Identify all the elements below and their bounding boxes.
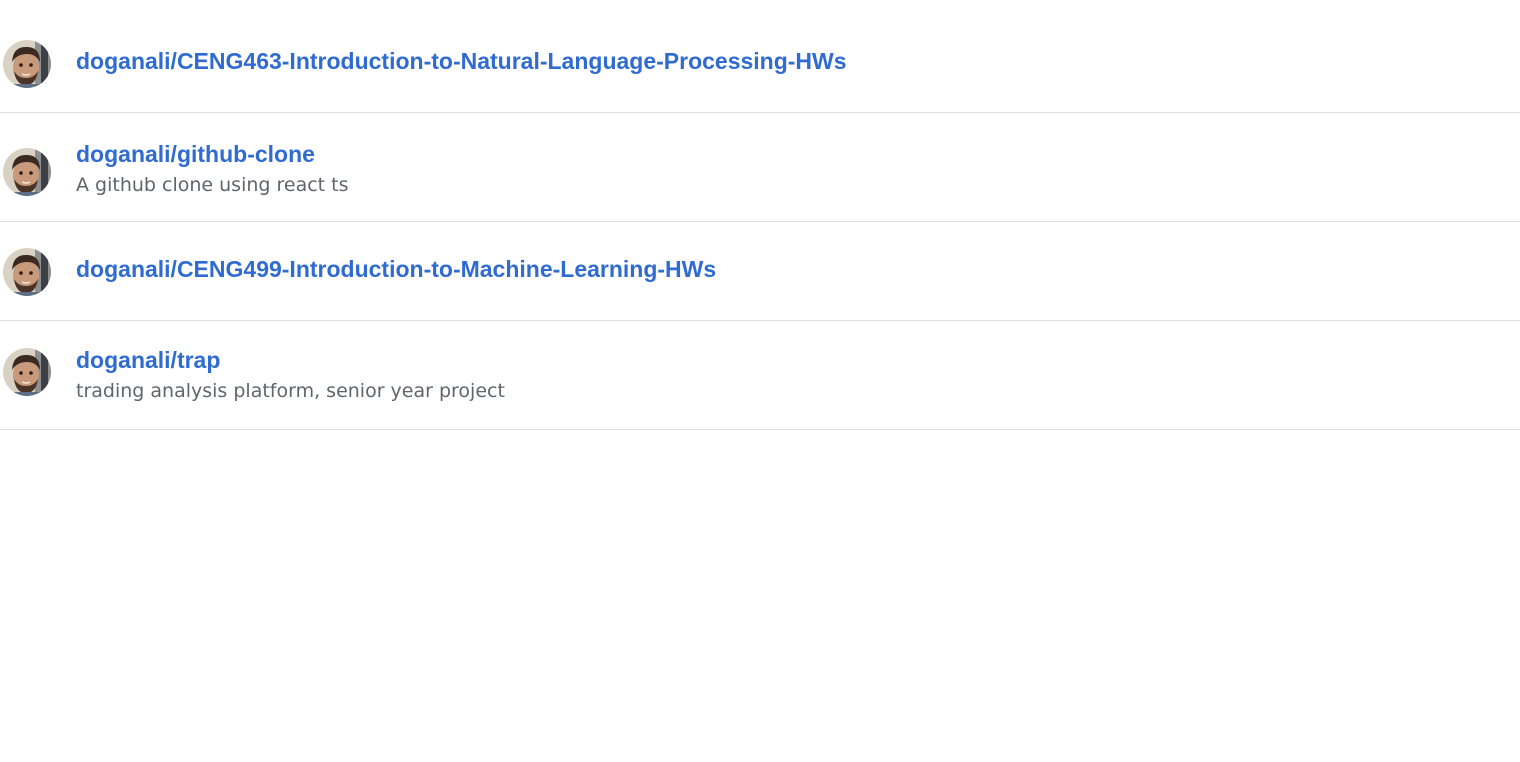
repository-description: A github clone using react ts xyxy=(76,174,349,196)
owner-avatar[interactable] xyxy=(3,148,51,196)
repository-item: doganali/CENG499-Introduction-to-Machine… xyxy=(0,222,1520,321)
repository-link[interactable]: doganali/CENG463-Introduction-to-Natural… xyxy=(76,47,847,75)
owner-avatar[interactable] xyxy=(3,40,51,88)
avatar-image xyxy=(3,40,51,88)
repository-text: doganali/trap trading analysis platform,… xyxy=(76,346,505,402)
repository-item: doganali/github-clone A github clone usi… xyxy=(0,113,1520,222)
avatar-image xyxy=(3,248,51,296)
repository-text: doganali/CENG499-Introduction-to-Machine… xyxy=(76,255,716,283)
repository-item: doganali/CENG463-Introduction-to-Natural… xyxy=(0,0,1520,113)
repository-list: doganali/CENG463-Introduction-to-Natural… xyxy=(0,0,1520,430)
avatar-image xyxy=(3,148,51,196)
avatar-image xyxy=(3,348,51,396)
owner-avatar[interactable] xyxy=(3,248,51,296)
repository-link[interactable]: doganali/CENG499-Introduction-to-Machine… xyxy=(76,255,716,283)
repository-text: doganali/github-clone A github clone usi… xyxy=(76,140,349,196)
repository-link[interactable]: doganali/github-clone xyxy=(76,140,349,168)
owner-avatar[interactable] xyxy=(3,348,51,396)
repository-item: doganali/trap trading analysis platform,… xyxy=(0,321,1520,430)
repository-text: doganali/CENG463-Introduction-to-Natural… xyxy=(76,47,847,75)
repository-description: trading analysis platform, senior year p… xyxy=(76,380,505,402)
repository-link[interactable]: doganali/trap xyxy=(76,346,505,374)
